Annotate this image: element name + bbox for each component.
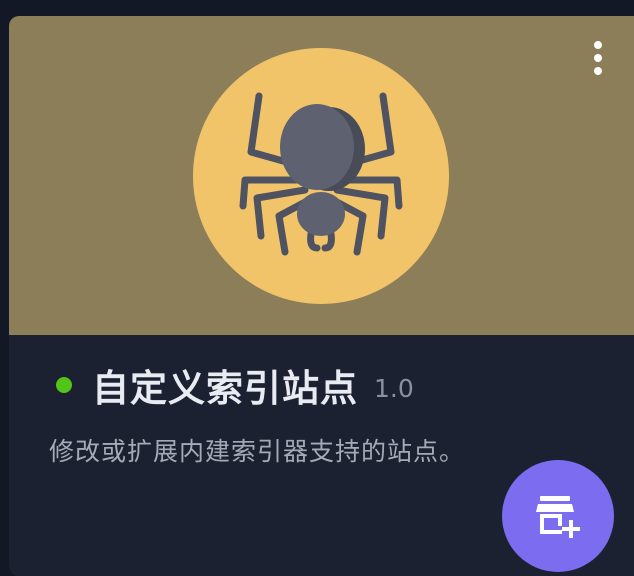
menu-dot xyxy=(594,67,602,75)
more-options-button[interactable] xyxy=(583,38,613,78)
menu-dot xyxy=(594,54,602,62)
store-add-icon xyxy=(536,496,580,538)
status-indicator xyxy=(56,377,72,393)
spider-icon xyxy=(193,48,449,304)
plugin-header: 自定义索引站点 1.0 xyxy=(56,362,414,410)
add-site-button[interactable] xyxy=(502,460,614,572)
plugin-title: 自定义索引站点 xyxy=(92,367,358,410)
more-vertical-icon xyxy=(594,41,602,49)
plugin-banner xyxy=(9,16,634,335)
plugin-description: 修改或扩展内建索引器支持的站点。 xyxy=(49,437,466,466)
plugin-version: 1.0 xyxy=(374,373,414,403)
